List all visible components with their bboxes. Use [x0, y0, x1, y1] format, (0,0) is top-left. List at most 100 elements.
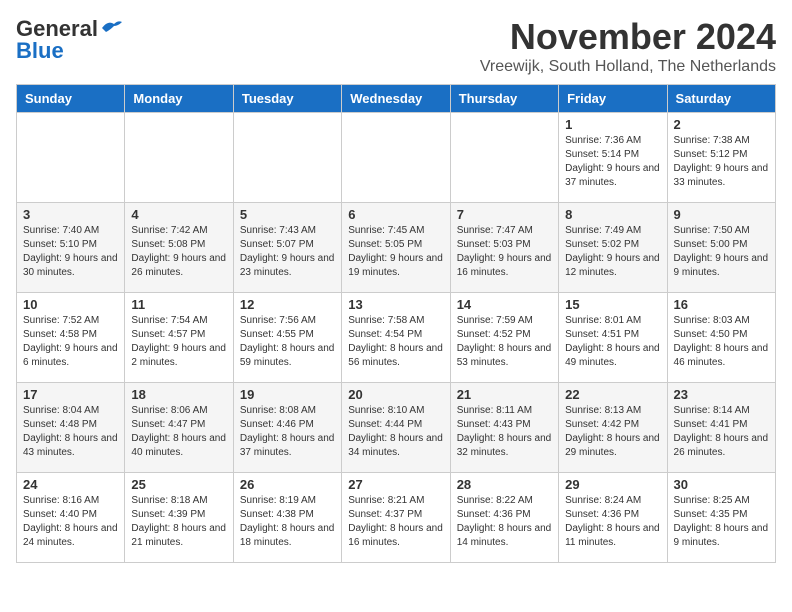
location: Vreewijk, South Holland, The Netherlands — [480, 58, 776, 76]
title-area: November 2024 Vreewijk, South Holland, T… — [480, 16, 776, 76]
calendar-week-1: 1Sunrise: 7:36 AMSunset: 5:14 PMDaylight… — [17, 113, 776, 203]
day-info: Sunrise: 8:04 AMSunset: 4:48 PMDaylight:… — [23, 404, 118, 460]
calendar-cell: 11 Sunrise: 7:54 AMSunset: 4:57 PMDayligh… — [125, 293, 233, 383]
day-info: Sunrise: 7:56 AMSunset: 4:55 PMDaylight:… — [240, 314, 335, 370]
calendar-week-2: 3 Sunrise: 7:40 AMSunset: 5:10 PMDaylight… — [17, 203, 776, 293]
day-number: 5 — [240, 207, 335, 222]
calendar-cell: 6 Sunrise: 7:45 AMSunset: 5:05 PMDaylight… — [342, 203, 450, 293]
calendar-table: SundayMondayTuesdayWednesdayThursdayFrid… — [16, 84, 776, 563]
day-number: 20 — [348, 387, 443, 402]
day-info: Sunrise: 8:14 AMSunset: 4:41 PMDaylight:… — [674, 404, 769, 460]
day-info: Sunrise: 7:47 AMSunset: 5:03 PMDaylight:… — [457, 224, 552, 280]
day-number: 25 — [131, 477, 226, 492]
calendar-cell: 25 Sunrise: 8:18 AMSunset: 4:39 PMDayligh… — [125, 473, 233, 563]
calendar-cell: 14 Sunrise: 7:59 AMSunset: 4:52 PMDayligh… — [450, 293, 558, 383]
day-number: 2 — [674, 117, 769, 132]
calendar-cell: 4 Sunrise: 7:42 AMSunset: 5:08 PMDaylight… — [125, 203, 233, 293]
day-number: 19 — [240, 387, 335, 402]
day-number: 10 — [23, 297, 118, 312]
calendar-header-row: SundayMondayTuesdayWednesdayThursdayFrid… — [17, 85, 776, 113]
day-number: 30 — [674, 477, 769, 492]
calendar-cell: 20 Sunrise: 8:10 AMSunset: 4:44 PMDayligh… — [342, 383, 450, 473]
calendar-cell: 1Sunrise: 7:36 AMSunset: 5:14 PMDaylight… — [559, 113, 667, 203]
day-info: Sunrise: 8:22 AMSunset: 4:36 PMDaylight:… — [457, 494, 552, 550]
calendar-week-4: 17 Sunrise: 8:04 AMSunset: 4:48 PMDayligh… — [17, 383, 776, 473]
calendar-cell: 30 Sunrise: 8:25 AMSunset: 4:35 PMDayligh… — [667, 473, 775, 563]
calendar-cell: 19 Sunrise: 8:08 AMSunset: 4:46 PMDayligh… — [233, 383, 341, 473]
calendar-cell: 16 Sunrise: 8:03 AMSunset: 4:50 PMDayligh… — [667, 293, 775, 383]
calendar-cell: 13Sunrise: 7:58 AMSunset: 4:54 PMDayligh… — [342, 293, 450, 383]
day-info: Sunrise: 7:43 AMSunset: 5:07 PMDaylight:… — [240, 224, 335, 280]
day-number: 26 — [240, 477, 335, 492]
day-number: 21 — [457, 387, 552, 402]
calendar-cell: 28Sunrise: 8:22 AMSunset: 4:36 PMDayligh… — [450, 473, 558, 563]
calendar-cell: 9Sunrise: 7:50 AMSunset: 5:00 PMDaylight… — [667, 203, 775, 293]
day-info: Sunrise: 8:10 AMSunset: 4:44 PMDaylight:… — [348, 404, 443, 460]
calendar-cell: 3 Sunrise: 7:40 AMSunset: 5:10 PMDaylight… — [17, 203, 125, 293]
calendar-cell: 15 Sunrise: 8:01 AMSunset: 4:51 PMDayligh… — [559, 293, 667, 383]
day-info: Sunrise: 8:16 AMSunset: 4:40 PMDaylight:… — [23, 494, 118, 550]
calendar-cell — [233, 113, 341, 203]
calendar-cell: 5 Sunrise: 7:43 AMSunset: 5:07 PMDaylight… — [233, 203, 341, 293]
day-info: Sunrise: 8:24 AMSunset: 4:36 PMDaylight:… — [565, 494, 660, 550]
day-info: Sunrise: 8:01 AMSunset: 4:51 PMDaylight:… — [565, 314, 660, 370]
calendar-cell — [125, 113, 233, 203]
calendar-cell: 12 Sunrise: 7:56 AMSunset: 4:55 PMDayligh… — [233, 293, 341, 383]
day-info: Sunrise: 8:21 AMSunset: 4:37 PMDaylight:… — [348, 494, 443, 550]
calendar-cell: 7 Sunrise: 7:47 AMSunset: 5:03 PMDaylight… — [450, 203, 558, 293]
weekday-header-saturday: Saturday — [667, 85, 775, 113]
day-info: Sunrise: 7:54 AMSunset: 4:57 PMDaylight:… — [131, 314, 226, 370]
calendar-cell — [17, 113, 125, 203]
day-number: 8 — [565, 207, 660, 222]
day-number: 7 — [457, 207, 552, 222]
day-number: 4 — [131, 207, 226, 222]
calendar-week-5: 24 Sunrise: 8:16 AMSunset: 4:40 PMDayligh… — [17, 473, 776, 563]
calendar-cell: 8 Sunrise: 7:49 AMSunset: 5:02 PMDaylight… — [559, 203, 667, 293]
calendar-cell: 17 Sunrise: 8:04 AMSunset: 4:48 PMDayligh… — [17, 383, 125, 473]
day-number: 18 — [131, 387, 226, 402]
day-number: 15 — [565, 297, 660, 312]
calendar-cell: 22Sunrise: 8:13 AMSunset: 4:42 PMDayligh… — [559, 383, 667, 473]
day-number: 24 — [23, 477, 118, 492]
day-info: Sunrise: 7:38 AMSunset: 5:12 PMDaylight:… — [674, 134, 769, 190]
day-number: 3 — [23, 207, 118, 222]
day-info: Sunrise: 8:13 AMSunset: 4:42 PMDaylight:… — [565, 404, 660, 460]
day-number: 12 — [240, 297, 335, 312]
calendar-cell: 23Sunrise: 8:14 AMSunset: 4:41 PMDayligh… — [667, 383, 775, 473]
day-info: Sunrise: 7:42 AMSunset: 5:08 PMDaylight:… — [131, 224, 226, 280]
day-info: Sunrise: 7:45 AMSunset: 5:05 PMDaylight:… — [348, 224, 443, 280]
day-info: Sunrise: 7:40 AMSunset: 5:10 PMDaylight:… — [23, 224, 118, 280]
day-info: Sunrise: 7:59 AMSunset: 4:52 PMDaylight:… — [457, 314, 552, 370]
day-number: 27 — [348, 477, 443, 492]
day-info: Sunrise: 8:06 AMSunset: 4:47 PMDaylight:… — [131, 404, 226, 460]
weekday-header-monday: Monday — [125, 85, 233, 113]
day-number: 6 — [348, 207, 443, 222]
day-number: 17 — [23, 387, 118, 402]
logo: General Blue — [16, 16, 122, 64]
day-info: Sunrise: 7:50 AMSunset: 5:00 PMDaylight:… — [674, 224, 769, 280]
weekday-header-wednesday: Wednesday — [342, 85, 450, 113]
day-number: 11 — [131, 297, 226, 312]
day-info: Sunrise: 8:18 AMSunset: 4:39 PMDaylight:… — [131, 494, 226, 550]
day-info: Sunrise: 8:19 AMSunset: 4:38 PMDaylight:… — [240, 494, 335, 550]
weekday-header-friday: Friday — [559, 85, 667, 113]
weekday-header-thursday: Thursday — [450, 85, 558, 113]
month-title: November 2024 — [480, 16, 776, 58]
day-info: Sunrise: 7:36 AMSunset: 5:14 PMDaylight:… — [565, 134, 660, 190]
calendar-cell: 27 Sunrise: 8:21 AMSunset: 4:37 PMDayligh… — [342, 473, 450, 563]
logo-blue-text: Blue — [16, 38, 64, 64]
calendar-week-3: 10Sunrise: 7:52 AMSunset: 4:58 PMDayligh… — [17, 293, 776, 383]
day-number: 13 — [348, 297, 443, 312]
day-info: Sunrise: 7:49 AMSunset: 5:02 PMDaylight:… — [565, 224, 660, 280]
day-number: 14 — [457, 297, 552, 312]
day-info: Sunrise: 8:03 AMSunset: 4:50 PMDaylight:… — [674, 314, 769, 370]
weekday-header-tuesday: Tuesday — [233, 85, 341, 113]
day-number: 16 — [674, 297, 769, 312]
calendar-cell — [450, 113, 558, 203]
day-info: Sunrise: 8:25 AMSunset: 4:35 PMDaylight:… — [674, 494, 769, 550]
day-info: Sunrise: 8:11 AMSunset: 4:43 PMDaylight:… — [457, 404, 552, 460]
page-header: General Blue November 2024 Vreewijk, Sou… — [16, 16, 776, 76]
weekday-header-sunday: Sunday — [17, 85, 125, 113]
day-info: Sunrise: 8:08 AMSunset: 4:46 PMDaylight:… — [240, 404, 335, 460]
logo-bird-icon — [100, 18, 122, 36]
